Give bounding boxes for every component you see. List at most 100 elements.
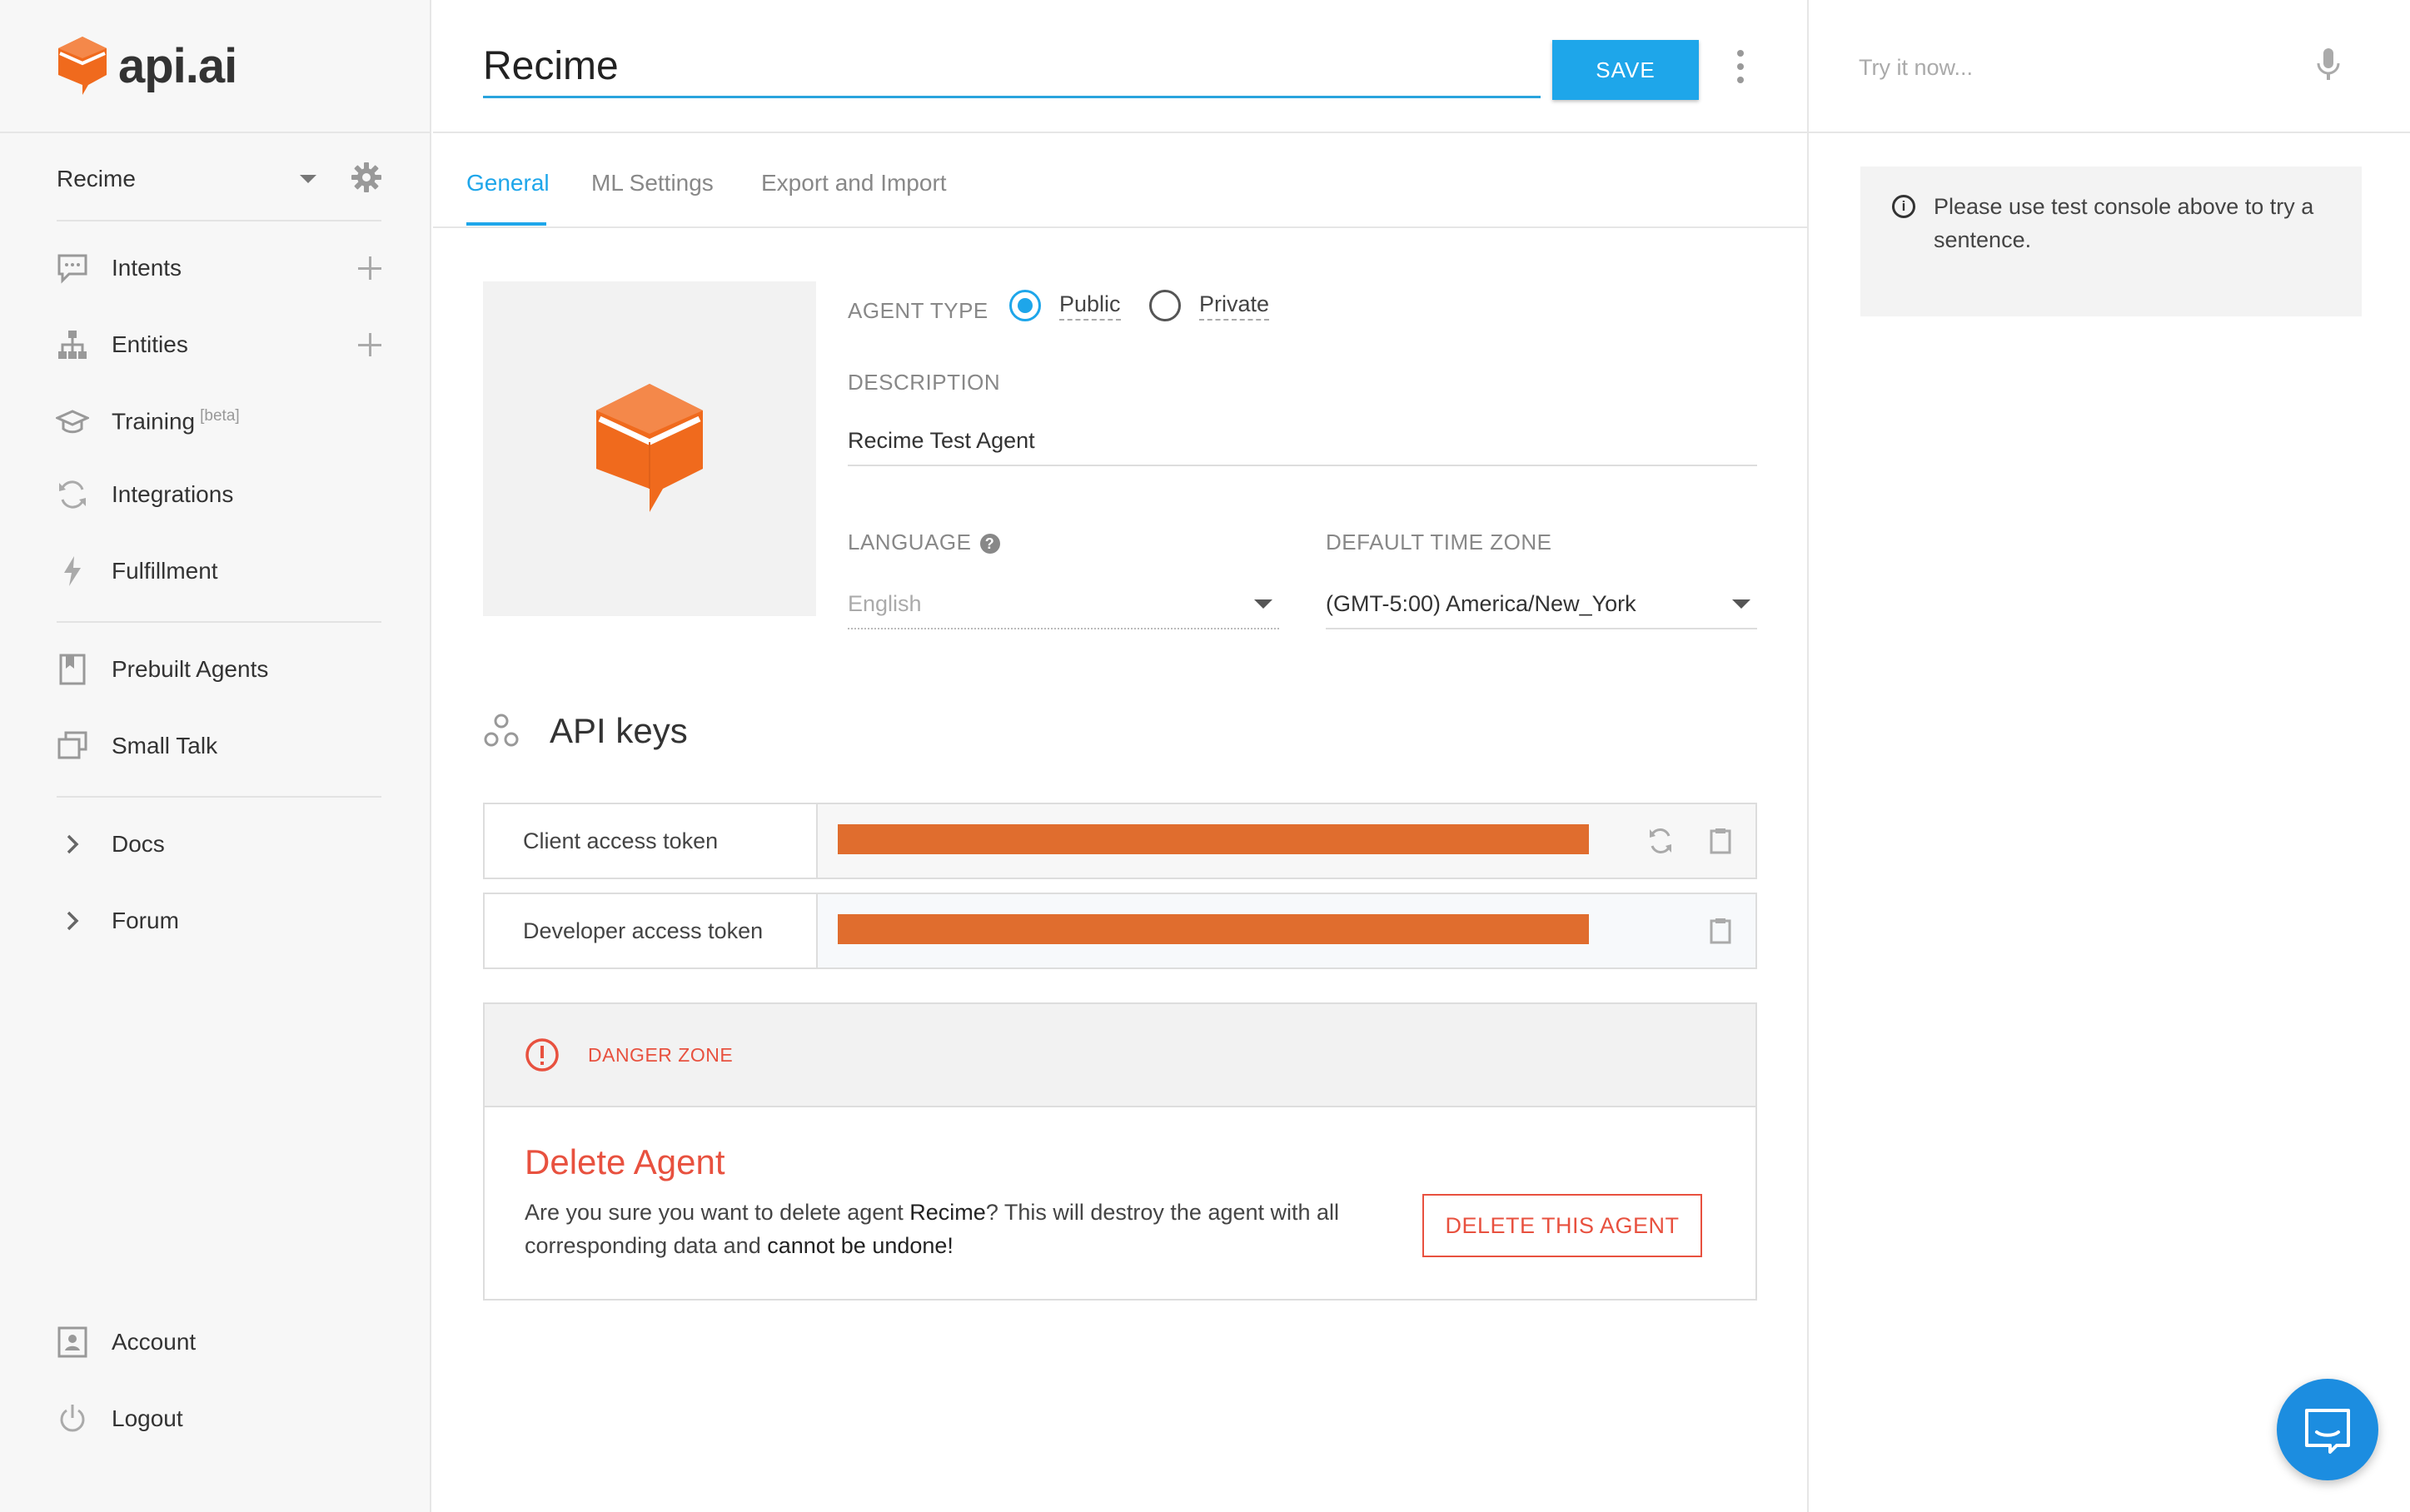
developer-token-field[interactable] [818,894,1755,967]
divider [57,220,381,221]
timezone-select[interactable]: (GMT-5:00) America/New_York [1326,579,1757,629]
description-label: DESCRIPTION [848,370,1001,395]
timezone-value: (GMT-5:00) America/New_York [1326,590,1636,616]
tab-ml-settings[interactable]: ML Settings [591,170,714,196]
add-intent-button[interactable] [353,251,386,285]
graduation-cap-icon [53,402,92,440]
clipboard-icon[interactable] [1705,916,1735,946]
sidebar-item-logout[interactable]: Logout [53,1394,386,1444]
book-icon [53,650,92,689]
agent-cube-icon [596,384,703,512]
developer-token-row: Developer access token [483,893,1757,969]
support-chat-button[interactable] [2277,1379,2378,1480]
training-label: Training [112,408,196,435]
save-button[interactable]: SAVE [1552,40,1699,100]
redacted-token [838,914,1589,944]
sidebar-item-label: Forum [112,908,179,933]
danger-zone-label: DANGER ZONE [588,1043,734,1066]
sidebar-item-training[interactable]: Training [beta] [53,396,386,446]
radio-selected-icon [1009,290,1041,321]
sync-icon [53,475,92,514]
radio-private-label: Private [1199,291,1270,321]
language-label: LANGUAGE? [848,530,1000,555]
help-icon[interactable]: ? [979,534,1000,555]
console-hint-text: Please use test console above to try a s… [1934,194,2314,252]
topbar: SAVE [433,0,1807,133]
logo[interactable]: api.ai [55,33,237,98]
user-card-icon [53,1323,92,1361]
radio-public-label: Public [1059,291,1121,321]
sidebar-item-prebuilt-agents[interactable]: Prebuilt Agents [53,644,386,694]
sidebar-item-small-talk[interactable]: Small Talk [53,721,386,771]
try-it-input[interactable] [1859,47,2308,88]
chat-bubble-icon [53,249,92,287]
sidebar-item-label: Account [112,1329,197,1355]
api-keys-title: API keys [550,711,688,750]
more-options-icon[interactable] [1734,50,1747,83]
power-icon [53,1400,92,1438]
test-console: i Please use test console above to try a… [1807,0,2410,1512]
language-select[interactable]: English [848,579,1279,629]
add-entity-button[interactable] [353,328,386,361]
timezone-label: DEFAULT TIME ZONE [1326,530,1552,555]
sidebar-item-entities[interactable]: Entities [53,320,386,370]
sidebar-item-account[interactable]: Account [53,1317,386,1367]
agent-name-input[interactable] [483,37,1541,98]
sidebar-item-label: Intents [112,255,182,281]
alert-icon [525,1038,559,1072]
tab-export-import[interactable]: Export and Import [761,170,947,196]
delete-text-part: Are you sure you want to delete agent [525,1200,910,1225]
microphone-icon[interactable] [2312,47,2345,83]
sidebar-item-label: Small Talk [112,733,218,758]
key-nodes-icon [484,714,519,747]
sidebar-item-label: Entities [112,331,188,357]
sidebar-item-intents[interactable]: Intents [53,243,386,293]
info-icon: i [1892,195,1915,218]
delete-agent-title: Delete Agent [525,1142,725,1181]
sidebar-item-docs[interactable]: Docs [53,819,386,869]
console-hint: i Please use test console above to try a… [1860,167,2362,316]
agent-avatar[interactable] [483,281,816,616]
lightning-icon [53,552,92,590]
sidebar-item-fulfillment[interactable]: Fulfillment [53,546,386,596]
clipboard-icon[interactable] [1705,826,1735,856]
sidebar-item-label: Logout [112,1405,183,1431]
radio-public[interactable]: Public [1009,290,1121,321]
hierarchy-icon [53,326,92,364]
chevron-right-icon [53,825,92,863]
refresh-icon[interactable] [1646,826,1676,856]
radio-unselected-icon [1149,290,1181,321]
chat-window-icon [53,727,92,765]
delete-agent-text: Are you sure you want to delete agent Re… [525,1196,1374,1262]
chevron-down-icon[interactable] [300,175,316,183]
client-token-row: Client access token [483,803,1757,879]
beta-badge: [beta] [200,407,240,425]
client-token-field[interactable] [818,804,1755,878]
description-field[interactable]: Recime Test Agent [848,428,1757,466]
delete-agent-button[interactable]: DELETE THIS AGENT [1422,1194,1702,1257]
delete-text-agent: Recime [909,1200,986,1225]
divider [0,132,431,133]
sidebar-item-forum[interactable]: Forum [53,896,386,946]
agent-name: Recime [57,166,136,191]
sidebar-item-label: Prebuilt Agents [112,656,269,682]
client-token-label: Client access token [485,804,818,878]
tab-bar: General ML Settings Export and Import [433,135,1807,228]
divider [1809,132,2410,133]
agent-selector[interactable]: Recime [57,150,383,208]
language-value: English [848,590,922,616]
logo-text: api.ai [118,38,237,93]
chevron-down-icon [1254,599,1272,609]
sidebar-item-label: Integrations [112,481,234,507]
tab-general[interactable]: General [466,170,550,196]
gear-icon[interactable] [350,161,383,198]
sidebar-item-integrations[interactable]: Integrations [53,470,386,520]
chevron-down-icon [1732,599,1750,609]
divider [57,621,381,623]
main-panel: SAVE General ML Settings Export and Impo… [433,0,1807,1512]
radio-private[interactable]: Private [1149,290,1270,321]
sidebar-item-label: Fulfillment [112,558,218,584]
language-label-text: LANGUAGE [848,530,972,555]
sidebar: api.ai Recime Intents Entities Training[… [0,0,431,1512]
api-keys-header: API keys [483,711,688,751]
